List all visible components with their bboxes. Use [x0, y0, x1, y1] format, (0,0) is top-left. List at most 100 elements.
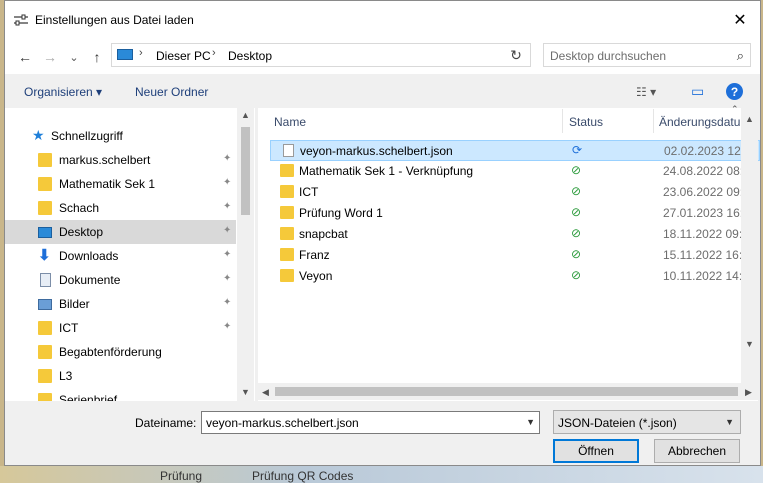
new-folder-button[interactable]: Neuer Ordner: [135, 85, 208, 99]
file-name: snapcbat: [299, 227, 348, 241]
scroll-up-icon[interactable]: ▲: [241, 110, 250, 120]
pin-icon: ✦: [223, 201, 232, 212]
file-row[interactable]: Mathematik Sek 1 - Verknüpfung ⊘ 24.08.2…: [270, 161, 760, 182]
star-icon: ★: [32, 127, 45, 143]
file-name: veyon-markus.schelbert.json: [300, 144, 453, 158]
scroll-left-icon[interactable]: ◀: [262, 387, 269, 398]
sidebar-item[interactable]: ICT ✦: [5, 316, 236, 340]
pin-icon: ✦: [223, 225, 232, 236]
folder-icon: [280, 269, 294, 282]
available-status-icon: ⊘: [571, 163, 582, 177]
pin-icon: ✦: [223, 153, 232, 164]
folder-icon: [38, 201, 52, 215]
file-row[interactable]: Prüfung Word 1 ⊘ 27.01.2023 16:28: [270, 203, 760, 224]
folder-icon: [280, 206, 294, 219]
background-label: Prüfung: [160, 469, 203, 483]
sidebar-item[interactable]: ⬇ Downloads ✦: [5, 244, 236, 268]
search-placeholder: Desktop durchsuchen: [550, 49, 667, 63]
recent-locations-button[interactable]: ⌄: [65, 48, 83, 66]
scrollbar-thumb[interactable]: [275, 387, 738, 396]
shortcut-icon: [280, 164, 294, 177]
close-button[interactable]: ✕: [720, 1, 760, 38]
column-divider[interactable]: [562, 109, 563, 133]
file-name: Veyon: [299, 269, 333, 283]
breadcrumb-separator: ›: [139, 47, 143, 59]
sidebar-item[interactable]: L3: [5, 364, 236, 388]
sidebar-item-label: Schnellzugriff: [51, 129, 123, 143]
address-bar[interactable]: › Dieser PC › Desktop: [111, 43, 531, 67]
preview-pane-button[interactable]: ▭: [691, 83, 704, 100]
sidebar-item-label: Dokumente: [59, 273, 121, 287]
breadcrumb-this-pc[interactable]: Dieser PC: [156, 49, 211, 63]
available-status-icon: ⊘: [571, 268, 582, 282]
dialog-title: Einstellungen aus Datei laden: [35, 13, 194, 27]
folder-icon: [38, 321, 52, 335]
file-row[interactable]: ICT ⊘ 23.06.2022 09:21: [270, 182, 760, 203]
sidebar-item[interactable]: markus.schelbert ✦: [5, 148, 236, 172]
open-button[interactable]: Öffnen: [553, 439, 639, 463]
title-bar: Einstellungen aus Datei laden ✕: [5, 1, 760, 38]
back-button[interactable]: ←: [16, 48, 34, 66]
organize-button[interactable]: Organisieren ▾: [24, 85, 102, 99]
refresh-button[interactable]: ↻: [502, 43, 531, 67]
sidebar-item[interactable]: Schach ✦: [5, 196, 236, 220]
change-view-button[interactable]: ☷ ▾: [636, 85, 656, 99]
folder-icon: [38, 153, 52, 167]
file-row[interactable]: Veyon ⊘ 10.11.2022 14:35: [270, 266, 760, 287]
help-icon: ?: [730, 84, 739, 99]
file-name: ICT: [299, 185, 319, 199]
breadcrumb-separator: ›: [212, 47, 216, 59]
file-row[interactable]: Franz ⊘ 15.11.2022 16:07: [270, 245, 760, 266]
pin-icon: ✦: [223, 321, 232, 332]
scroll-down-icon[interactable]: ▼: [241, 387, 250, 397]
sidebar-item[interactable]: Serienbrief: [5, 388, 236, 401]
filename-input[interactable]: veyon-markus.schelbert.json ▼: [201, 411, 540, 434]
filetype-select[interactable]: JSON-Dateien (*.json) ▼: [553, 410, 741, 434]
sidebar-item[interactable]: Begabtenförderung: [5, 340, 236, 364]
file-row[interactable]: veyon-markus.schelbert.json ⟳ 02.02.2023…: [270, 140, 760, 161]
chevron-down-icon: ▼: [725, 417, 734, 427]
close-icon: ✕: [733, 11, 747, 29]
sidebar-item[interactable]: Bilder ✦: [5, 292, 236, 316]
cancel-button[interactable]: Abbrechen: [654, 439, 740, 463]
filetype-value: JSON-Dateien (*.json): [558, 416, 677, 430]
shortcut-icon: [280, 185, 294, 198]
scrollbar-thumb[interactable]: [241, 127, 250, 215]
available-status-icon: ⊘: [571, 247, 582, 261]
scroll-up-icon[interactable]: ▲: [745, 114, 754, 124]
sidebar-item-desktop[interactable]: Desktop ✦: [5, 220, 236, 244]
forward-button[interactable]: →: [41, 48, 59, 66]
breadcrumb-desktop[interactable]: Desktop: [228, 49, 272, 63]
column-header-date[interactable]: Änderungsdatum: [659, 115, 750, 129]
column-header-name[interactable]: Name: [274, 115, 306, 129]
available-status-icon: ⊘: [571, 184, 582, 198]
cancel-button-label: Abbrechen: [667, 444, 727, 458]
filename-label: Dateiname:: [135, 416, 197, 430]
folder-icon: [38, 393, 52, 401]
file-row[interactable]: snapcbat ⊘ 18.11.2022 09:31: [270, 224, 760, 245]
up-button[interactable]: ↑: [88, 48, 106, 66]
sidebar-item[interactable]: Dokumente ✦: [5, 268, 236, 292]
scroll-down-icon[interactable]: ▼: [745, 339, 754, 349]
column-header-status[interactable]: Status: [569, 115, 603, 129]
json-file-icon: [283, 144, 294, 157]
column-divider[interactable]: [653, 109, 654, 133]
chevron-down-icon[interactable]: ▼: [526, 417, 535, 427]
scroll-right-icon[interactable]: ▶: [745, 387, 752, 398]
pin-icon: ✦: [223, 177, 232, 188]
pin-icon: ✦: [223, 297, 232, 308]
folder-icon: [280, 227, 294, 240]
sidebar-item-label: Bilder: [59, 297, 90, 311]
open-file-dialog: Einstellungen aus Datei laden ✕ ← → ⌄ ↑ …: [4, 0, 761, 466]
sidebar-item[interactable]: Mathematik Sek 1 ✦: [5, 172, 236, 196]
refresh-icon: ↻: [510, 46, 522, 63]
help-button[interactable]: ?: [726, 83, 743, 100]
search-input[interactable]: Desktop durchsuchen ⌕: [543, 43, 751, 67]
available-status-icon: ⊘: [571, 226, 582, 240]
sidebar-item-label: Schach: [59, 201, 100, 215]
file-name: Franz: [299, 248, 330, 262]
folder-icon: [38, 369, 52, 383]
search-icon: ⌕: [736, 48, 744, 63]
folder-icon: [280, 248, 294, 261]
sidebar-item-quick-access[interactable]: ★ Schnellzugriff: [5, 124, 236, 148]
